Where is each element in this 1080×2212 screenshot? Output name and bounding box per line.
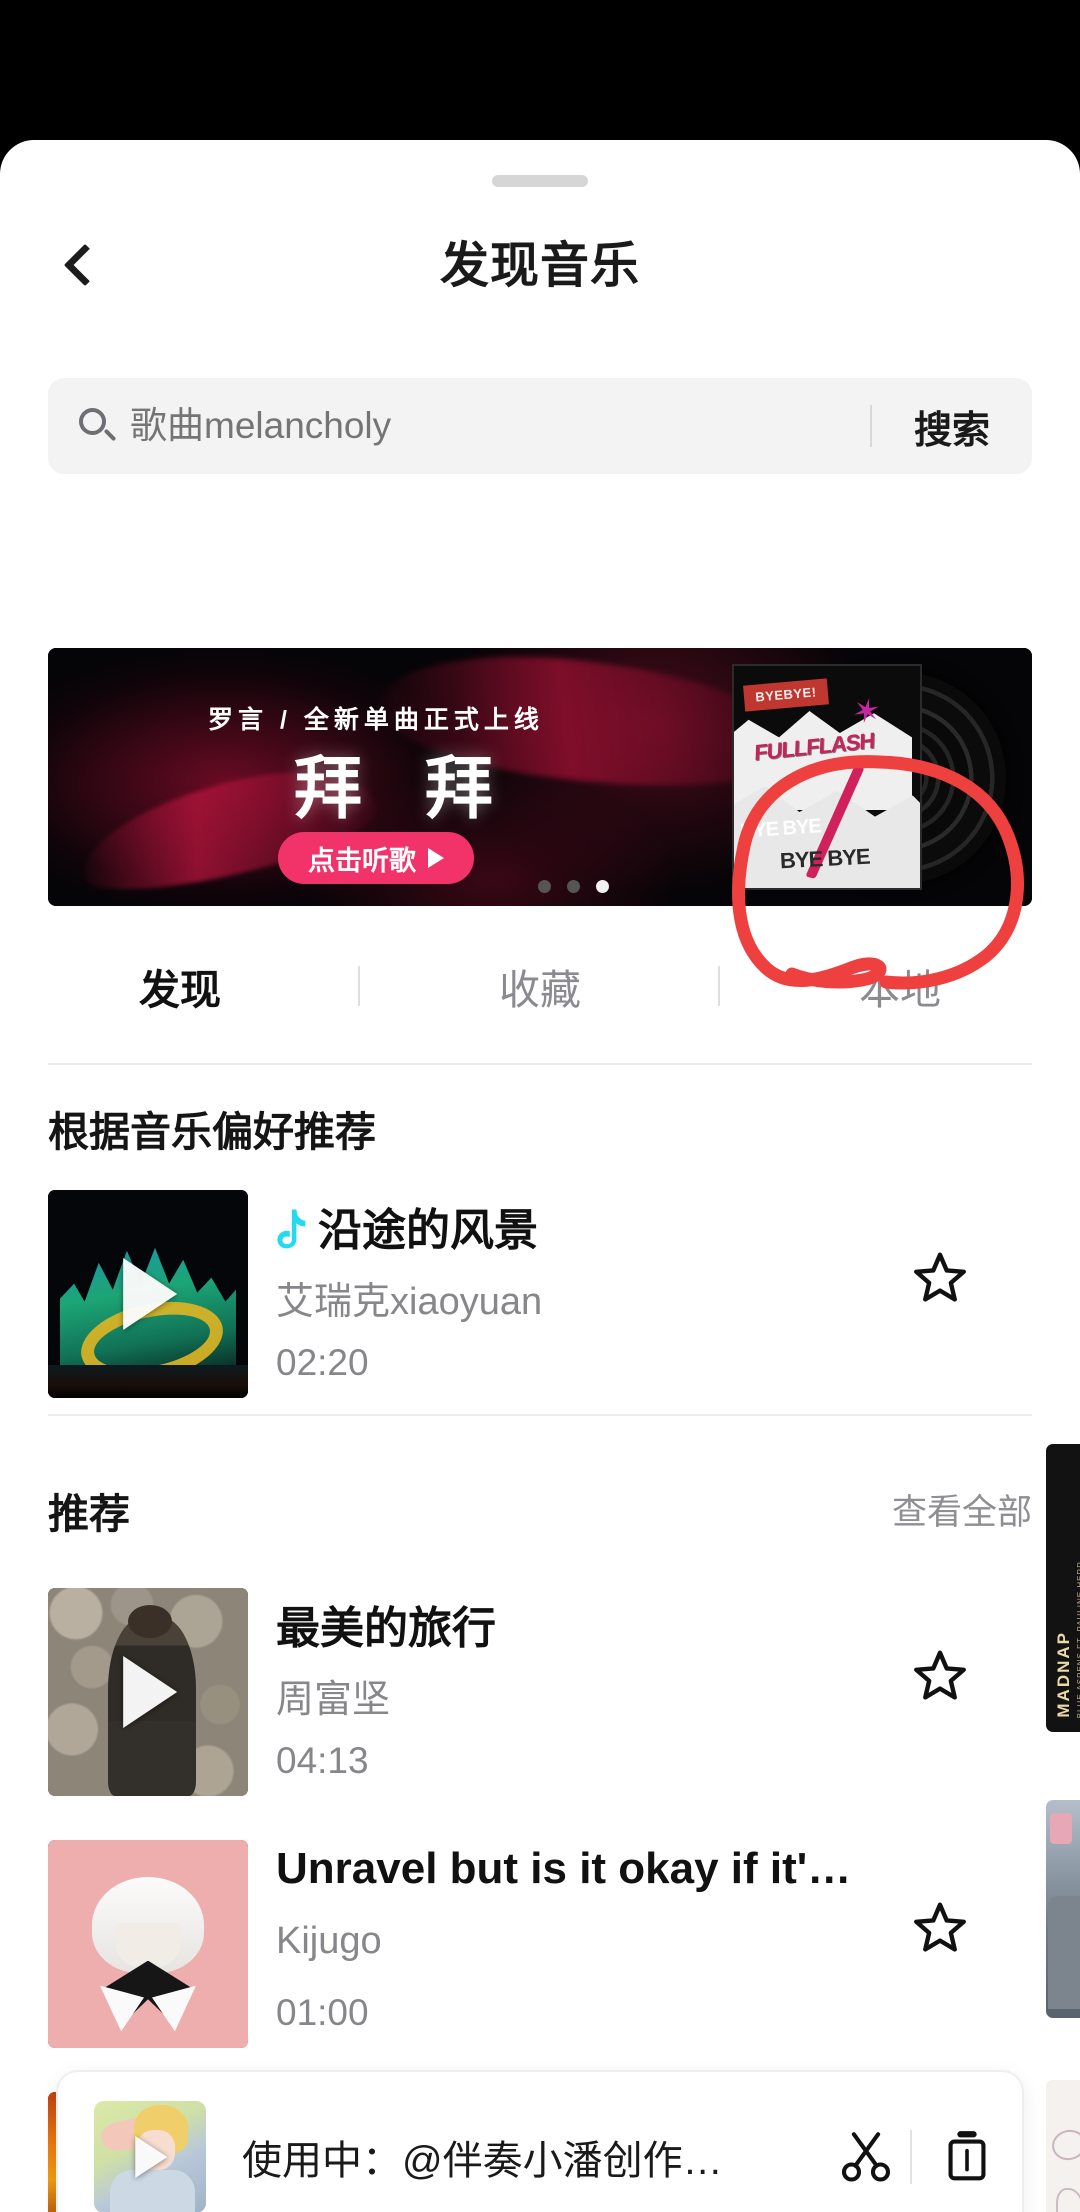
star-outline-icon [914, 1252, 966, 1302]
banner-subtitle: 罗言 / 全新单曲正式上线 [208, 706, 544, 734]
favorite-star-button[interactable] [908, 1646, 972, 1708]
tab-discover-label: 发现 [139, 967, 221, 1013]
banner-dot-3[interactable] [596, 880, 609, 893]
page-header: 发现音乐 [0, 200, 1080, 320]
tab-favorites-label: 收藏 [499, 967, 581, 1013]
star-outline-icon [914, 1650, 966, 1700]
banner-pagination-dots [538, 880, 609, 893]
album-graffiti-3: BYE BYE [779, 843, 871, 874]
discover-music-sheet: 发现音乐 搜索 BYEBYE! ✶ FULLFLASH B [0, 140, 1080, 2212]
tab-local[interactable]: 本地 [720, 930, 1080, 1042]
scissors-icon [841, 2132, 891, 2182]
banner-cta-button[interactable]: 点击听歌 [278, 832, 474, 884]
song-title-row: 最美的旅行 [276, 1592, 496, 1656]
song-artist: 周富坚 [276, 1679, 391, 1721]
tab-underline [48, 1063, 1032, 1065]
peek-card-sub: BLUE ASPENS FT. PAULINE HERR [1076, 1560, 1080, 1718]
song-row-zuimei[interactable]: 最美的旅行 周富坚 04:13 [48, 1588, 1032, 1796]
section-title-recommend: 推荐 [48, 1491, 130, 1537]
tab-discover[interactable]: 发现 [0, 930, 360, 1042]
song-duration: 01:00 [276, 1992, 369, 2033]
search-icon [78, 407, 117, 445]
song-thumbnail[interactable] [48, 1840, 248, 2048]
phone-screen: 发现音乐 搜索 BYEBYE! ✶ FULLFLASH B [0, 0, 1080, 2212]
play-icon [123, 1656, 178, 1728]
song-row-unravel[interactable]: Unravel but is it okay if it'… Kijugo 01… [48, 1840, 1032, 2048]
search-bar[interactable]: 搜索 [48, 378, 1032, 474]
in-use-music-bar[interactable]: 使用中：@伴奏小潘创作… [56, 2070, 1024, 2212]
peek-card-sketch[interactable] [1046, 2080, 1080, 2212]
search-input[interactable] [130, 405, 870, 447]
peek-card-word: MADNAP [1054, 1631, 1073, 1718]
trash-icon [948, 2131, 986, 2181]
album-tag-text: BYEBYE! [754, 684, 818, 705]
play-icon [135, 2136, 168, 2178]
music-note-icon [277, 1209, 306, 1249]
album-artwork: BYEBYE! ✶ FULLFLASH BYE BYE BYE BYE [732, 664, 922, 890]
view-all-link[interactable]: 查看全部 [892, 1484, 1032, 1535]
song-artist: Kijugo [276, 1920, 382, 1962]
song-row-yantu[interactable]: 沿途的风景 艾瑞克xiaoyuan 02:20 [48, 1190, 1032, 1398]
play-icon [123, 1258, 178, 1330]
banner-title: 拜 拜 [294, 751, 515, 827]
banner-cta-label: 点击听歌 [308, 845, 416, 876]
song-thumbnail[interactable] [48, 1190, 248, 1398]
sheet-drag-handle[interactable] [492, 175, 588, 187]
tab-bar: 发现 收藏 本地 [0, 930, 1080, 1042]
in-use-thumbnail[interactable] [94, 2101, 206, 2212]
page-title: 发现音乐 [439, 239, 640, 293]
song-duration: 02:20 [276, 1342, 369, 1383]
star-outline-icon [914, 1902, 966, 1952]
favorite-star-button[interactable] [908, 1898, 972, 1960]
status-bar-area [0, 0, 1080, 146]
list-divider [48, 1414, 1032, 1416]
trim-music-button[interactable] [822, 2128, 910, 2186]
search-button[interactable]: 搜索 [872, 399, 1032, 454]
song-title: 沿途的风景 [318, 1206, 538, 1255]
song-thumbnail[interactable] [48, 1588, 248, 1796]
in-use-label: 使用中：@伴奏小潘创作… [242, 2139, 723, 2183]
delete-music-button[interactable] [912, 2128, 1022, 2186]
peek-card-madnap[interactable]: MADNAP BLUE ASPENS FT. PAULINE HERR [1046, 1444, 1080, 1732]
song-title: 最美的旅行 [276, 1604, 496, 1653]
tab-local-label: 本地 [859, 967, 941, 1013]
song-artist: 艾瑞克xiaoyuan [276, 1281, 543, 1323]
play-arrow-icon [428, 848, 444, 868]
banner-dot-1[interactable] [538, 880, 551, 893]
song-title-row: Unravel but is it okay if it'… [276, 1844, 851, 1894]
tab-favorites[interactable]: 收藏 [360, 930, 720, 1042]
peek-card-room[interactable] [1046, 1800, 1080, 2018]
song-duration: 04:13 [276, 1740, 369, 1781]
song-title-row: 沿途的风景 [276, 1194, 538, 1258]
promo-banner[interactable]: BYEBYE! ✶ FULLFLASH BYE BYE BYE BYE 罗言 /… [48, 648, 1032, 906]
song-title: Unravel but is it okay if it'… [276, 1844, 852, 1893]
favorite-star-button[interactable] [908, 1248, 972, 1310]
banner-dot-2[interactable] [567, 880, 580, 893]
section-title-preference: 根据音乐偏好推荐 [48, 1109, 376, 1155]
